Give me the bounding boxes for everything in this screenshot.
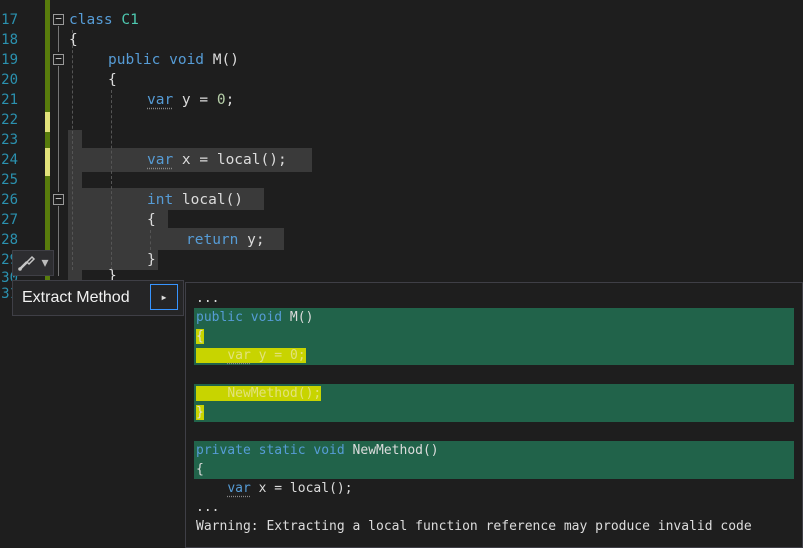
code-line-21[interactable]: var y = 0;: [147, 90, 234, 110]
change-bar: [45, 0, 50, 112]
collapse-icon[interactable]: −: [53, 193, 64, 205]
line-number: 26: [1, 192, 18, 208]
code-text: {: [196, 462, 204, 477]
code-line-26[interactable]: int local(): [147, 190, 243, 210]
submenu-arrow-icon[interactable]: ▸: [150, 284, 178, 310]
keyword: return: [186, 232, 239, 248]
preview-line: private static void NewMethod(): [196, 441, 439, 460]
preview-line: NewMethod();: [196, 384, 322, 403]
keyword: var: [147, 92, 174, 108]
code-line-18[interactable]: {: [69, 30, 78, 50]
indent-guide: [150, 230, 151, 250]
code-text: x = local();: [173, 152, 287, 168]
collapse-icon[interactable]: −: [53, 13, 64, 25]
code-line-29[interactable]: }: [147, 250, 156, 270]
number-literal: 0: [216, 92, 226, 108]
code-line-24[interactable]: var x = local();: [147, 150, 287, 170]
preview-ellipsis: ...: [196, 500, 220, 515]
code-text: y =: [250, 348, 290, 363]
code-text: y =: [173, 92, 217, 108]
code-text: ;: [297, 348, 306, 363]
code-text: x = local();: [250, 481, 353, 496]
code-line-17[interactable]: class C1: [69, 10, 139, 30]
preview-line: {: [196, 460, 204, 479]
change-bar: [45, 132, 50, 148]
line-number: 21: [1, 92, 18, 108]
preview-pane: ... public void M() { var y = 0; NewMeth…: [185, 282, 803, 548]
screwdriver-icon: [17, 255, 41, 271]
line-number: 25: [1, 172, 18, 188]
code-text: {: [196, 329, 204, 344]
keyword: var: [227, 481, 251, 496]
preview-line: var x = local();: [196, 479, 353, 498]
line-number: 19: [1, 52, 18, 68]
code-text: NewMethod(): [344, 443, 439, 458]
menu-item-extract-method[interactable]: Extract Method: [22, 289, 130, 307]
keyword: class: [69, 12, 113, 28]
line-number: 24: [1, 152, 18, 168]
line-number: 22: [1, 112, 18, 128]
code-text: NewMethod();: [227, 386, 322, 401]
line-number: 23: [1, 132, 18, 148]
collapse-icon[interactable]: −: [53, 53, 64, 65]
keyword: private static void: [196, 443, 345, 458]
code-text: y;: [238, 232, 265, 248]
fold-line: [58, 26, 59, 52]
code-text: local(): [173, 192, 244, 208]
change-bar-modified: [45, 112, 50, 132]
chevron-down-icon: ▾: [41, 255, 49, 271]
number-literal: 0: [289, 348, 298, 363]
quick-actions-menu: Extract Method ▸: [12, 280, 184, 316]
line-number: 17: [1, 12, 18, 28]
fold-line: [58, 206, 59, 276]
keyword: public void: [196, 310, 283, 325]
quick-actions-button[interactable]: ▾: [12, 250, 54, 276]
line-number: 18: [1, 32, 18, 48]
code-line-28[interactable]: return y;: [186, 230, 265, 250]
method-signature: M(): [212, 52, 239, 68]
preview-line: public void M(): [196, 308, 313, 327]
code-text: }: [196, 405, 204, 420]
line-number: 28: [1, 232, 18, 248]
keyword: public void: [108, 52, 205, 68]
code-line-20[interactable]: {: [108, 70, 117, 90]
warning-text: Warning: Extracting a local function ref…: [196, 519, 752, 534]
indent-guide: [72, 30, 73, 270]
change-bar-modified: [45, 148, 50, 176]
indent-guide: [111, 90, 112, 270]
code-line-27[interactable]: {: [147, 210, 156, 230]
keyword: int: [147, 192, 174, 208]
code-text: M(): [282, 310, 314, 325]
keyword: var: [147, 152, 174, 168]
code-line-19[interactable]: public void M(): [108, 50, 239, 70]
class-name: C1: [121, 12, 139, 28]
line-number: 20: [1, 72, 18, 88]
fold-line: [58, 66, 59, 192]
keyword: var: [227, 348, 251, 363]
preview-line: var y = 0;: [196, 346, 306, 365]
preview-ellipsis: ...: [196, 291, 220, 306]
preview-line: {: [196, 327, 204, 346]
line-number: 27: [1, 212, 18, 228]
code-text: ;: [225, 92, 235, 108]
preview-line: }: [196, 403, 204, 422]
